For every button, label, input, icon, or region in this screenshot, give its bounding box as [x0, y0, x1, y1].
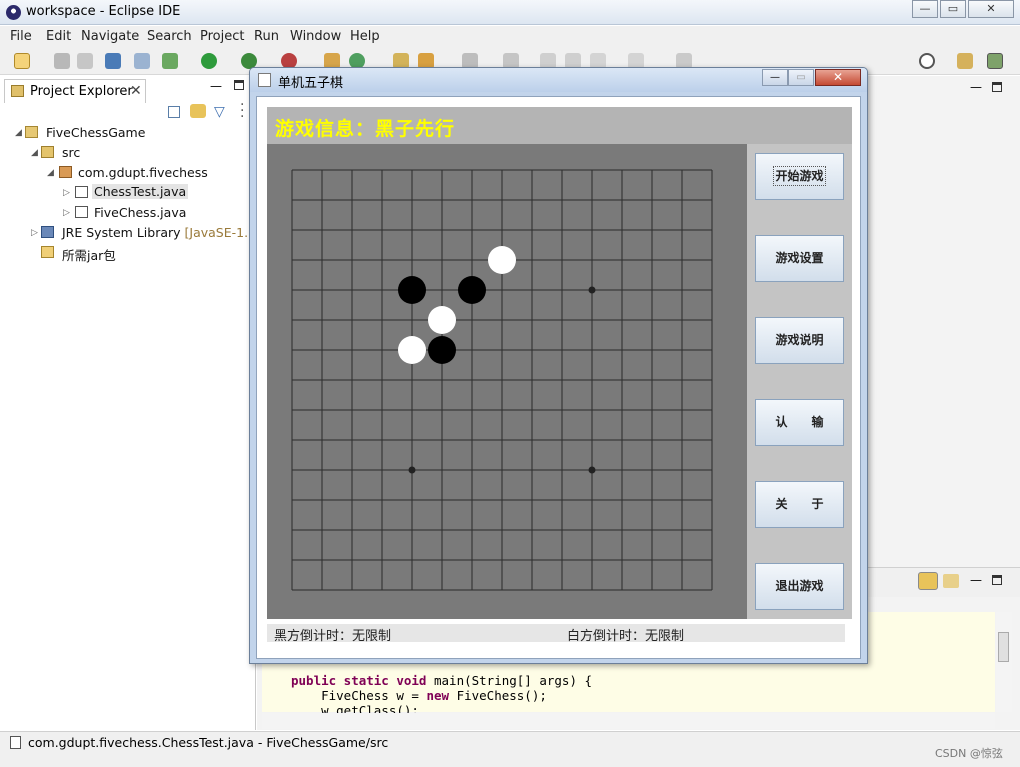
game-window-title: 单机五子棋 — [278, 76, 344, 91]
game-content: 游戏信息：黑子先行 开始游戏 游戏设置 游戏说明 认 输 关 于 退出游戏 黑方… — [256, 96, 861, 659]
menu-edit[interactable]: Edit — [46, 29, 71, 44]
scrollbar-thumb[interactable] — [998, 632, 1009, 662]
code-line: public static void main(String[] args) { — [291, 673, 593, 688]
star-point — [588, 466, 596, 474]
maximize-view-icon[interactable] — [234, 80, 244, 90]
close-button[interactable]: ✕ — [968, 0, 1014, 18]
tree-item-fivechess[interactable]: FiveChess.java — [94, 205, 186, 220]
title-bar: workspace - Eclipse IDE — ▭ ✕ — [0, 0, 1020, 25]
run-icon[interactable] — [201, 53, 217, 69]
package-icon — [59, 166, 72, 178]
white-stone — [428, 306, 456, 334]
minimize-view-icon[interactable]: — — [210, 79, 222, 93]
exit-game-button[interactable]: 退出游戏 — [755, 563, 844, 610]
debug-icon[interactable] — [162, 53, 178, 69]
game-info-text: 游戏信息：黑子先行 — [275, 118, 456, 140]
minimize-button[interactable]: — — [912, 0, 938, 18]
game-maximize-button[interactable]: ▭ — [788, 69, 814, 86]
watermark: CSDN @惊弦 — [935, 747, 1003, 760]
white-stone — [488, 246, 516, 274]
java-perspective-icon[interactable] — [987, 53, 1003, 69]
new-icon[interactable] — [14, 53, 30, 69]
tab-project-explorer[interactable]: Project Explorer ✕ — [4, 79, 146, 103]
game-settings-button[interactable]: 游戏设置 — [755, 235, 844, 282]
about-button[interactable]: 关 于 — [755, 481, 844, 528]
java-file-icon — [10, 736, 21, 749]
menu-bar: File Edit Navigate Search Project Run Wi… — [0, 26, 1020, 47]
source-folder-icon — [41, 146, 54, 158]
white-timer: 白方倒计时：无限制 — [567, 629, 685, 644]
maximize-editor-icon[interactable] — [992, 82, 1002, 92]
black-stone — [428, 336, 456, 364]
code-line: w.getClass(); — [291, 703, 419, 713]
collapse-all-icon[interactable] — [168, 106, 180, 118]
java-app-icon — [258, 73, 271, 87]
menu-file[interactable]: File — [10, 29, 32, 44]
tree-item-project[interactable]: FiveChessGame — [46, 125, 145, 140]
game-help-button[interactable]: 游戏说明 — [755, 317, 844, 364]
search-icon[interactable] — [919, 53, 935, 69]
menu-window[interactable]: Window — [290, 29, 341, 44]
open-perspective-icon[interactable] — [957, 53, 973, 69]
link-editor-icon[interactable] — [190, 104, 206, 118]
folder-icon — [41, 246, 54, 258]
terminal-icon[interactable] — [105, 53, 121, 69]
skip-breakpoints-icon[interactable] — [134, 53, 150, 69]
eclipse-logo-icon — [6, 5, 21, 20]
menu-run[interactable]: Run — [254, 29, 279, 44]
project-explorer: Project Explorer ✕ — ▽ · · · ◢ FiveChessGa… — [0, 76, 261, 730]
game-title-bar: 单机五子棋 — ▭ ✕ — [250, 68, 867, 92]
menu-search[interactable]: Search — [147, 29, 192, 44]
star-point — [408, 466, 416, 474]
minimize-editor-icon[interactable]: — — [970, 80, 982, 94]
status-text: com.gdupt.fivechess.ChessTest.java - Fiv… — [28, 735, 389, 750]
tree-item-jar-folder[interactable]: 所需jar包 — [62, 245, 116, 264]
game-close-button[interactable]: ✕ — [815, 69, 861, 86]
maximize-button[interactable]: ▭ — [940, 0, 966, 18]
menu-navigate[interactable]: Navigate — [81, 29, 139, 44]
tree-item-package[interactable]: com.gdupt.fivechess — [78, 165, 208, 180]
game-minimize-button[interactable]: — — [762, 69, 788, 86]
timer-bar: 黑方倒计时：无限制 白方倒计时：无限制 — [267, 624, 845, 644]
horizontal-scrollbar[interactable] — [262, 713, 995, 729]
status-bar: com.gdupt.fivechess.ChessTest.java - Fiv… — [0, 731, 1020, 767]
save-icon[interactable] — [54, 53, 70, 69]
sync-icon[interactable] — [943, 574, 959, 588]
java-file-icon — [75, 186, 88, 198]
black-timer: 黑方倒计时：无限制 — [274, 629, 392, 644]
go-board[interactable] — [267, 144, 747, 619]
close-tab-icon[interactable]: ✕ — [130, 83, 142, 99]
black-stone — [458, 276, 486, 304]
code-line: FiveChess w = new FiveChess(); — [291, 688, 547, 703]
minimize-panel-icon[interactable]: — — [970, 573, 982, 587]
resign-button[interactable]: 认 输 — [755, 399, 844, 446]
board-area — [267, 144, 747, 619]
white-stone — [398, 336, 426, 364]
button-panel: 开始游戏 游戏设置 游戏说明 认 输 关 于 退出游戏 — [747, 144, 852, 619]
save-all-icon[interactable] — [77, 53, 93, 69]
menu-help[interactable]: Help — [350, 29, 380, 44]
java-file-icon — [75, 206, 88, 218]
tab-label: Project Explorer — [30, 84, 133, 99]
window-title: workspace - Eclipse IDE — [26, 4, 181, 19]
star-point — [588, 286, 596, 294]
tree-item-jre[interactable]: JRE System Library [JavaSE-1.8] — [62, 225, 261, 240]
info-bar: 游戏信息：黑子先行 — [267, 107, 852, 144]
vertical-scrollbar[interactable] — [996, 612, 1012, 712]
tree-item-chesstest[interactable]: ChessTest.java — [92, 184, 189, 199]
filter-icon[interactable]: ▽ — [214, 104, 225, 120]
black-stone — [398, 276, 426, 304]
game-window: 单机五子棋 — ▭ ✕ 游戏信息：黑子先行 开始游戏 游戏设置 游戏说明 认 输… — [249, 67, 868, 664]
tree-item-src[interactable]: src — [62, 145, 80, 160]
start-game-button[interactable]: 开始游戏 — [755, 153, 844, 200]
link-icon[interactable] — [918, 572, 938, 590]
menu-project[interactable]: Project — [200, 29, 244, 44]
view-menu-icon[interactable]: · · · — [240, 98, 244, 124]
library-icon — [41, 226, 54, 238]
maximize-panel-icon[interactable] — [992, 575, 1002, 585]
project-icon — [25, 126, 38, 138]
explorer-icon — [11, 85, 24, 97]
